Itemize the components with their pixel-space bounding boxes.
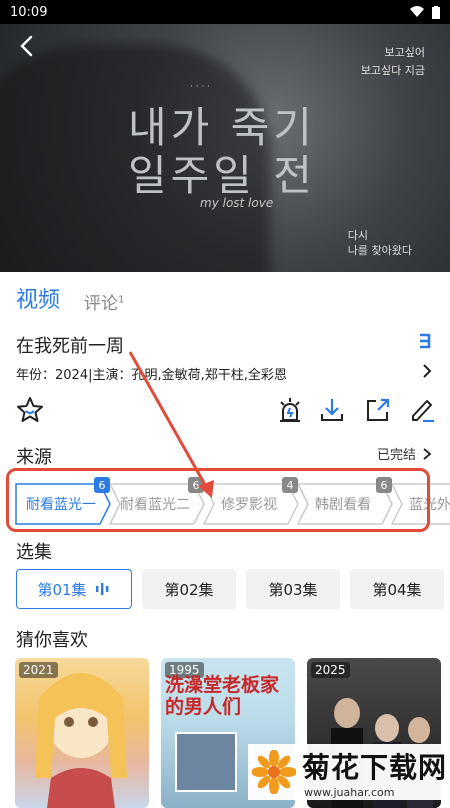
- source-count-badge: 6: [376, 477, 392, 493]
- content-tabs: 视频 评论1: [16, 282, 124, 314]
- watermark-url: www.juahar.com: [304, 785, 395, 799]
- action-bar: [16, 396, 436, 426]
- source-count-badge: 4: [282, 477, 298, 493]
- download-icon[interactable]: [318, 396, 346, 424]
- episode-button[interactable]: 第03集: [246, 569, 340, 609]
- favorite-star-icon[interactable]: [16, 396, 44, 424]
- source-item[interactable]: 韩剧看看 6: [296, 477, 393, 525]
- source-section-title: 来源: [16, 447, 52, 468]
- episodes-section-title: 选集: [16, 542, 52, 563]
- poster-caption-small: · · · ·: [190, 82, 211, 92]
- recommend-section-title: 猜你喜欢: [16, 630, 88, 651]
- recommend-year: 2025: [311, 662, 350, 678]
- edit-pen-icon[interactable]: [408, 396, 436, 424]
- back-arrow-icon[interactable]: [16, 34, 38, 58]
- recommend-poster-photo: [175, 732, 237, 792]
- chevron-right-icon[interactable]: [420, 361, 434, 381]
- source-item[interactable]: 耐看蓝光一 6: [14, 477, 111, 525]
- source-count-badge: 6: [94, 477, 110, 493]
- recommend-year: 2021: [19, 662, 58, 678]
- recommend-card[interactable]: 2021: [15, 658, 149, 808]
- playing-indicator-icon: [95, 583, 108, 595]
- poster-tagline: 보고싶어 보고싶다 지금: [360, 46, 425, 77]
- recommend-poster-title: 洗澡堂老板家的男人们: [165, 674, 280, 718]
- episode-button[interactable]: 第04集: [350, 569, 444, 609]
- source-item[interactable]: 修罗影视 4: [202, 477, 299, 525]
- watermark-name: 菊花下载网: [302, 750, 448, 784]
- status-bar: 10:09: [0, 0, 450, 24]
- chevron-right-icon: [423, 447, 432, 460]
- source-list: 耐看蓝光一 6 耐看蓝光二 6 修罗影视 4 韩剧看看 6 蓝光外剧 6: [12, 473, 450, 535]
- site-watermark: 菊花下载网 www.juahar.com: [248, 744, 450, 800]
- detail-toggle-icon[interactable]: [418, 332, 432, 350]
- anime-girl-poster-art: [35, 673, 127, 808]
- tab-video[interactable]: 视频: [16, 282, 60, 314]
- wifi-icon: [410, 6, 424, 17]
- episode-button[interactable]: 第01集: [16, 569, 132, 609]
- battery-icon: [432, 5, 440, 19]
- poster-subtitle: my lost love: [200, 196, 274, 210]
- source-item[interactable]: 耐看蓝光二 6: [108, 477, 205, 525]
- chrysanthemum-logo-icon: [252, 750, 296, 794]
- alarm-icon[interactable]: [276, 396, 304, 424]
- episode-button[interactable]: 第02集: [142, 569, 236, 609]
- share-icon[interactable]: [364, 396, 392, 424]
- source-status[interactable]: 已完结: [377, 444, 432, 463]
- status-time: 10:09: [10, 4, 48, 20]
- source-item[interactable]: 蓝光外剧 6: [390, 483, 450, 525]
- tab-comments[interactable]: 评论1: [84, 289, 124, 314]
- source-count-badge: 6: [188, 477, 204, 493]
- video-poster[interactable]: · · · · 내가 죽기 일주일 전 my lost love 보고싶어 보고…: [0, 24, 450, 272]
- show-meta: 年份：2024|主演：孔明,金敏荷,郑干柱,全彩恩: [16, 368, 287, 383]
- show-title: 在我死前一周: [16, 336, 124, 357]
- comments-count: 1: [118, 294, 125, 306]
- poster-bottom-text: 다시 나를 찾아왔다: [347, 229, 412, 257]
- episode-list: 第01集 第02集 第03集 第04集: [16, 569, 444, 609]
- poster-title-line2: 일주일 전: [128, 151, 316, 200]
